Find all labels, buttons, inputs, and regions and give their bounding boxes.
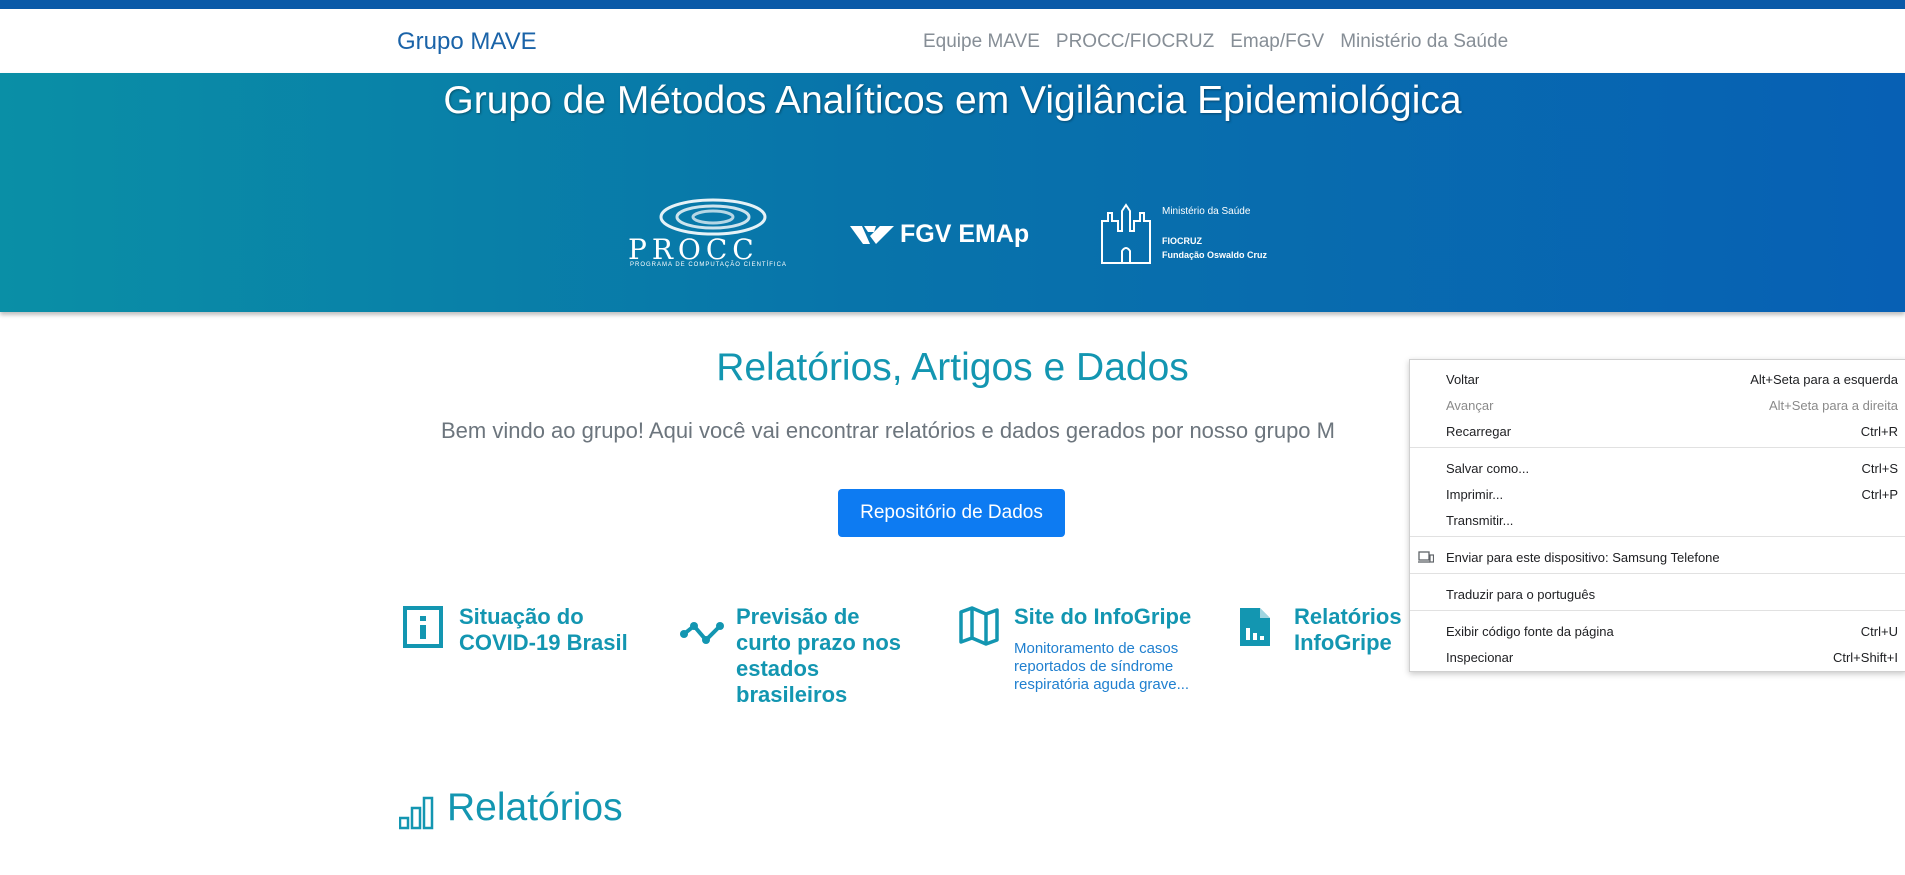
- menu-item-shortcut: Ctrl+S: [1861, 461, 1898, 476]
- bar-chart-icon: [399, 796, 434, 830]
- procc-swirl-icon: [659, 198, 767, 236]
- card-title-line: curto prazo nos: [736, 630, 902, 655]
- brand-link[interactable]: Grupo MAVE: [397, 28, 537, 56]
- card-title-line: Previsão de: [736, 604, 860, 629]
- menu-item-shortcut: Ctrl+Shift+I: [1832, 650, 1898, 665]
- card-infogripe-site[interactable]: Site do InfoGripe Monitoramento de casos…: [958, 604, 1228, 699]
- card-title-line: estados: [736, 656, 820, 681]
- card-title-line: Situação do: [459, 604, 584, 629]
- menu-separator: [1410, 447, 1905, 448]
- welcome-text: Bem vindo ao grupo! Aqui você vai encont…: [441, 418, 1335, 443]
- card-title: Situação do COVID-19 Brasil: [459, 604, 628, 656]
- menu-item-print[interactable]: Imprimir... Ctrl+P: [1410, 482, 1905, 508]
- card-title: Site do InfoGripe: [1014, 604, 1191, 630]
- fgv-emap-wordmark: FGV EMAp: [900, 220, 1030, 248]
- card-infogripe-reports[interactable]: Relatórios InfoGripe: [1238, 604, 1408, 664]
- hero-title: Grupo de Métodos Analíticos em Vigilânci…: [443, 79, 1462, 122]
- menu-item-shortcut: Alt+Seta para a esquerda: [1750, 372, 1898, 387]
- fgv-chevron-icon: [850, 225, 894, 244]
- map-icon: [959, 606, 999, 646]
- menu-item-label: Imprimir...: [1446, 487, 1504, 502]
- menu-item-shortcut: Alt+Seta para a direita: [1769, 398, 1898, 413]
- menu-item-view-source[interactable]: Exibir código fonte da página Ctrl+U: [1410, 619, 1905, 645]
- menu-item-send-to-device[interactable]: Enviar para este dispositivo: Samsung Te…: [1410, 545, 1905, 571]
- fiocruz-full-name-text: Fundação Oswaldo Cruz: [1162, 250, 1268, 260]
- reports-heading: Relatórios: [399, 786, 623, 830]
- browser-context-menu: Voltar Alt+Seta para a esquerda Avançar …: [1409, 359, 1905, 672]
- fgv-emap-logo[interactable]: FGV EMAp: [850, 220, 1029, 249]
- menu-separator: [1410, 536, 1905, 537]
- card-description-line: reportados de síndrome: [1014, 658, 1174, 675]
- card-covid-situation[interactable]: Situação do COVID-19 Brasil: [403, 604, 673, 694]
- card-title-line: COVID-19 Brasil: [459, 630, 628, 655]
- nav-link-equipe-mave[interactable]: Equipe MAVE: [923, 31, 1040, 53]
- card-title: Relatórios InfoGripe: [1294, 604, 1402, 656]
- nav-link-ministerio-saude[interactable]: Ministério da Saúde: [1340, 31, 1508, 53]
- menu-item-forward[interactable]: Avançar Alt+Seta para a direita: [1410, 393, 1905, 419]
- info-icon: [403, 606, 443, 648]
- procc-subtitle: PROGRAMA DE COMPUTAÇÃO CIENTÍFICA: [630, 262, 787, 268]
- menu-item-translate[interactable]: Traduzir para o português: [1410, 582, 1905, 608]
- navbar: Grupo MAVE Equipe MAVE PROCC/FIOCRUZ Ema…: [0, 9, 1905, 73]
- menu-item-label: Traduzir para o português: [1446, 587, 1596, 602]
- menu-item-label: Inspecionar: [1446, 650, 1514, 665]
- card-description: Monitoramento de casos reportados de sín…: [1014, 640, 1189, 694]
- repository-button[interactable]: Repositório de Dados: [838, 489, 1065, 537]
- menu-item-label: Voltar: [1446, 372, 1480, 387]
- menu-item-back[interactable]: Voltar Alt+Seta para a esquerda: [1410, 367, 1905, 393]
- card-title-line: Relatórios: [1294, 604, 1402, 629]
- menu-item-label: Enviar para este dispositivo: Samsung Te…: [1446, 550, 1720, 565]
- nav-link-procc-fiocruz[interactable]: PROCC/FIOCRUZ: [1056, 31, 1214, 53]
- menu-item-inspect[interactable]: Inspecionar Ctrl+Shift+I: [1410, 645, 1905, 671]
- card-title: Previsão de curto prazo nos estados bras…: [736, 604, 901, 708]
- nav-link-emap-fgv[interactable]: Emap/FGV: [1230, 31, 1324, 53]
- fiocruz-name-text: FIOCRUZ: [1162, 236, 1202, 246]
- menu-item-shortcut: Ctrl+P: [1861, 487, 1898, 502]
- devices-icon: [1418, 551, 1434, 563]
- hero-banner: Grupo de Métodos Analíticos em Vigilânci…: [0, 73, 1905, 312]
- top-accent-bar: [0, 0, 1905, 9]
- card-description-line: Monitoramento de casos: [1014, 640, 1179, 657]
- card-title-line: Site do InfoGripe: [1014, 604, 1192, 629]
- card-title-line: InfoGripe: [1294, 630, 1392, 655]
- menu-item-cast[interactable]: Transmitir...: [1410, 508, 1905, 534]
- menu-item-save-as[interactable]: Salvar como... Ctrl+S: [1410, 456, 1905, 482]
- reports-heading-text: Relatórios: [447, 786, 623, 829]
- fiocruz-ministry-text: Ministério da Saúde: [1162, 206, 1251, 217]
- trend-icon: [680, 622, 724, 644]
- chart-file-icon: [1240, 608, 1270, 646]
- menu-separator: [1410, 610, 1905, 611]
- card-description-line: respiratória aguda grave...: [1014, 676, 1190, 693]
- menu-item-shortcut: Ctrl+R: [1860, 424, 1898, 439]
- nav-links: Equipe MAVE PROCC/FIOCRUZ Emap/FGV Minis…: [923, 31, 1508, 53]
- menu-separator: [1410, 573, 1905, 574]
- card-short-term-forecast[interactable]: Previsão de curto prazo nos estados bras…: [680, 604, 950, 714]
- menu-item-label: Recarregar: [1446, 424, 1512, 439]
- procc-logo[interactable]: PROCC PROGRAMA DE COMPUTAÇÃO CIENTÍFICA: [628, 197, 798, 268]
- menu-item-label: Avançar: [1446, 398, 1494, 413]
- fiocruz-castle-icon: [1101, 203, 1151, 264]
- menu-item-label: Transmitir...: [1446, 513, 1514, 528]
- menu-item-label: Salvar como...: [1446, 461, 1530, 476]
- menu-item-label: Exibir código fonte da página: [1446, 624, 1614, 639]
- card-title-line: brasileiros: [736, 682, 848, 707]
- menu-item-shortcut: Ctrl+U: [1860, 624, 1898, 639]
- fiocruz-logo[interactable]: Ministério da Saúde FIOCRUZ Fundação Osw…: [1100, 203, 1290, 273]
- menu-item-reload[interactable]: Recarregar Ctrl+R: [1410, 419, 1905, 445]
